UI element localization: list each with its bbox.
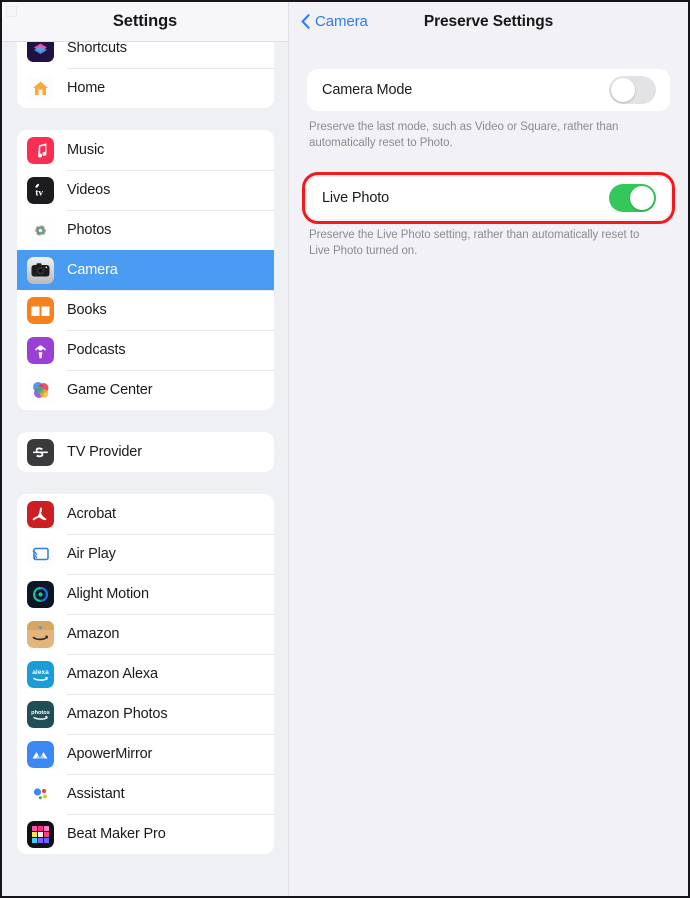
sidebar-scroll-area[interactable]: Shortcuts Home Music tv Videos Photos Ca… <box>2 42 288 896</box>
camera-mode-footnote: Preserve the last mode, such as Video or… <box>309 121 619 149</box>
camera-mode-row[interactable]: Camera Mode <box>307 69 670 111</box>
sidebar-item-label: Amazon <box>67 626 120 642</box>
sidebar-item-tv-provider[interactable]: TV Provider <box>17 432 274 472</box>
sidebar-item-amazon-alexa[interactable]: alexa Amazon Alexa <box>17 654 274 694</box>
sidebar-item-label: Books <box>67 302 107 318</box>
shortcuts-icon <box>27 42 54 62</box>
preserve-settings-pane: Camera Preserve Settings Camera Mode Pre… <box>289 2 688 896</box>
sidebar-item-beat-maker-pro[interactable]: Beat Maker Pro <box>17 814 274 854</box>
apowermirror-icon <box>27 740 54 768</box>
podcasts-icon <box>27 336 54 364</box>
sidebar-item-books[interactable]: Books <box>17 290 274 330</box>
sidebar-item-label: Alight Motion <box>67 586 149 602</box>
sidebar-item-label: Photos <box>67 222 112 238</box>
live-photo-footnote: Preserve the Live Photo setting, rather … <box>309 229 640 257</box>
amazon-alexa-icon: alexa <box>27 660 54 688</box>
sidebar-item-label: Podcasts <box>67 342 126 358</box>
sidebar-item-shortcuts[interactable]: Shortcuts <box>17 42 274 68</box>
sidebar-item-photos[interactable]: Photos <box>17 210 274 250</box>
back-button[interactable]: Camera <box>301 13 368 30</box>
sidebar-item-game-center[interactable]: Game Center <box>17 370 274 410</box>
game-center-icon <box>27 376 54 404</box>
detail-body: Camera Mode Preserve the last mode, such… <box>289 41 688 259</box>
live-photo-highlight-wrapper: Live Photo <box>289 172 688 224</box>
sidebar-item-label: Amazon Alexa <box>67 666 158 682</box>
toggle-knob <box>630 186 654 210</box>
sidebar-item-amazon[interactable]: Amazon <box>17 614 274 654</box>
sidebar-item-label: Music <box>67 142 105 158</box>
sidebar-item-alight-motion[interactable]: Alight Motion <box>17 574 274 614</box>
assistant-icon <box>27 780 54 808</box>
beat-maker-pro-icon <box>27 820 54 848</box>
sidebar-item-label: Home <box>67 80 106 96</box>
home-icon <box>27 74 54 102</box>
live-photo-row[interactable]: Live Photo <box>307 177 670 219</box>
sidebar-item-label: Shortcuts <box>67 42 127 56</box>
sidebar-item-label: Game Center <box>67 382 153 398</box>
sidebar-group-media-apps: Music tv Videos Photos Camera Books Podc… <box>17 130 274 410</box>
sidebar-item-label: Acrobat <box>67 506 116 522</box>
photos-icon <box>27 216 54 244</box>
live-photo-toggle[interactable] <box>609 184 656 212</box>
airplay-icon <box>27 540 54 568</box>
sidebar-item-music[interactable]: Music <box>17 130 274 170</box>
sidebar-item-assistant[interactable]: Assistant <box>17 774 274 814</box>
window-corner-marker <box>6 6 17 17</box>
page-title: Settings <box>112 12 178 30</box>
svg-text:photos: photos <box>31 709 50 715</box>
sidebar-header: Settings <box>2 2 288 42</box>
sidebar-item-home[interactable]: Home <box>17 68 274 108</box>
svg-text:alexa: alexa <box>32 669 49 676</box>
books-icon <box>27 296 54 324</box>
settings-sidebar: Settings Shortcuts Home Music tv Videos … <box>2 2 289 896</box>
sidebar-item-videos[interactable]: tv Videos <box>17 170 274 210</box>
music-icon <box>27 136 54 164</box>
live-photo-label: Live Photo <box>322 190 390 206</box>
sidebar-item-label: Beat Maker Pro <box>67 826 166 842</box>
sidebar-item-acrobat[interactable]: Acrobat <box>17 494 274 534</box>
sidebar-group-system-apps-top: Shortcuts Home <box>17 42 274 108</box>
sidebar-item-label: Camera <box>67 262 118 278</box>
back-button-label: Camera <box>315 13 368 30</box>
sidebar-item-label: ApowerMirror <box>67 746 153 762</box>
tv-provider-icon <box>27 438 54 466</box>
sidebar-group-tv-provider: TV Provider <box>17 432 274 472</box>
amazon-icon <box>27 620 54 648</box>
sidebar-group-third-party-apps: Acrobat Air Play Alight Motion Amazon al… <box>17 494 274 854</box>
acrobat-icon <box>27 500 54 528</box>
sidebar-item-podcasts[interactable]: Podcasts <box>17 330 274 370</box>
sidebar-item-label: Air Play <box>67 546 116 562</box>
alight-motion-icon <box>27 580 54 608</box>
camera-mode-toggle[interactable] <box>609 76 656 104</box>
sidebar-item-label: TV Provider <box>67 444 142 460</box>
sidebar-item-apowermirror[interactable]: ApowerMirror <box>17 734 274 774</box>
amazon-photos-icon: photos <box>27 700 54 728</box>
sidebar-item-camera[interactable]: Camera <box>17 250 274 290</box>
sidebar-item-amazon-photos[interactable]: photos Amazon Photos <box>17 694 274 734</box>
sidebar-item-air-play[interactable]: Air Play <box>17 534 274 574</box>
camera-mode-label: Camera Mode <box>322 82 413 98</box>
sidebar-item-label: Videos <box>67 182 111 198</box>
apple-tv-icon: tv <box>27 176 54 204</box>
ipad-settings-screenshot: Settings Shortcuts Home Music tv Videos … <box>0 0 690 898</box>
sidebar-item-label: Amazon Photos <box>67 706 168 722</box>
chevron-left-icon <box>301 14 310 29</box>
detail-header: Camera Preserve Settings <box>289 2 688 41</box>
toggle-knob <box>611 78 635 102</box>
sidebar-item-label: Assistant <box>67 786 125 802</box>
camera-icon <box>27 256 54 284</box>
